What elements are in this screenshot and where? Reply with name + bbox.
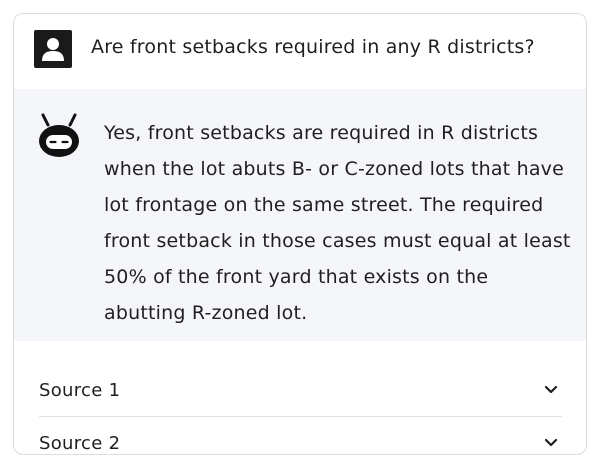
user-question-row: Are front setbacks required in any R dis…	[14, 14, 586, 89]
chevron-down-icon[interactable]	[544, 438, 558, 448]
bot-answer-block: Yes, front setbacks are required in R di…	[14, 89, 586, 341]
bot-avatar	[34, 111, 84, 161]
user-silhouette-icon	[42, 38, 64, 61]
chevron-down-icon[interactable]	[544, 385, 558, 395]
user-avatar	[34, 30, 72, 68]
chat-card: Are front setbacks required in any R dis…	[13, 13, 587, 455]
source-accordion-1[interactable]: Source 1	[39, 366, 562, 417]
answer-text: Yes, front setbacks are required in R di…	[104, 122, 571, 324]
robot-face-icon	[39, 113, 79, 157]
question-text: Are front setbacks required in any R dis…	[91, 36, 535, 58]
source-accordion-2[interactable]: Source 2	[39, 419, 562, 454]
source-label: Source 2	[39, 433, 121, 454]
source-label: Source 1	[39, 380, 121, 401]
